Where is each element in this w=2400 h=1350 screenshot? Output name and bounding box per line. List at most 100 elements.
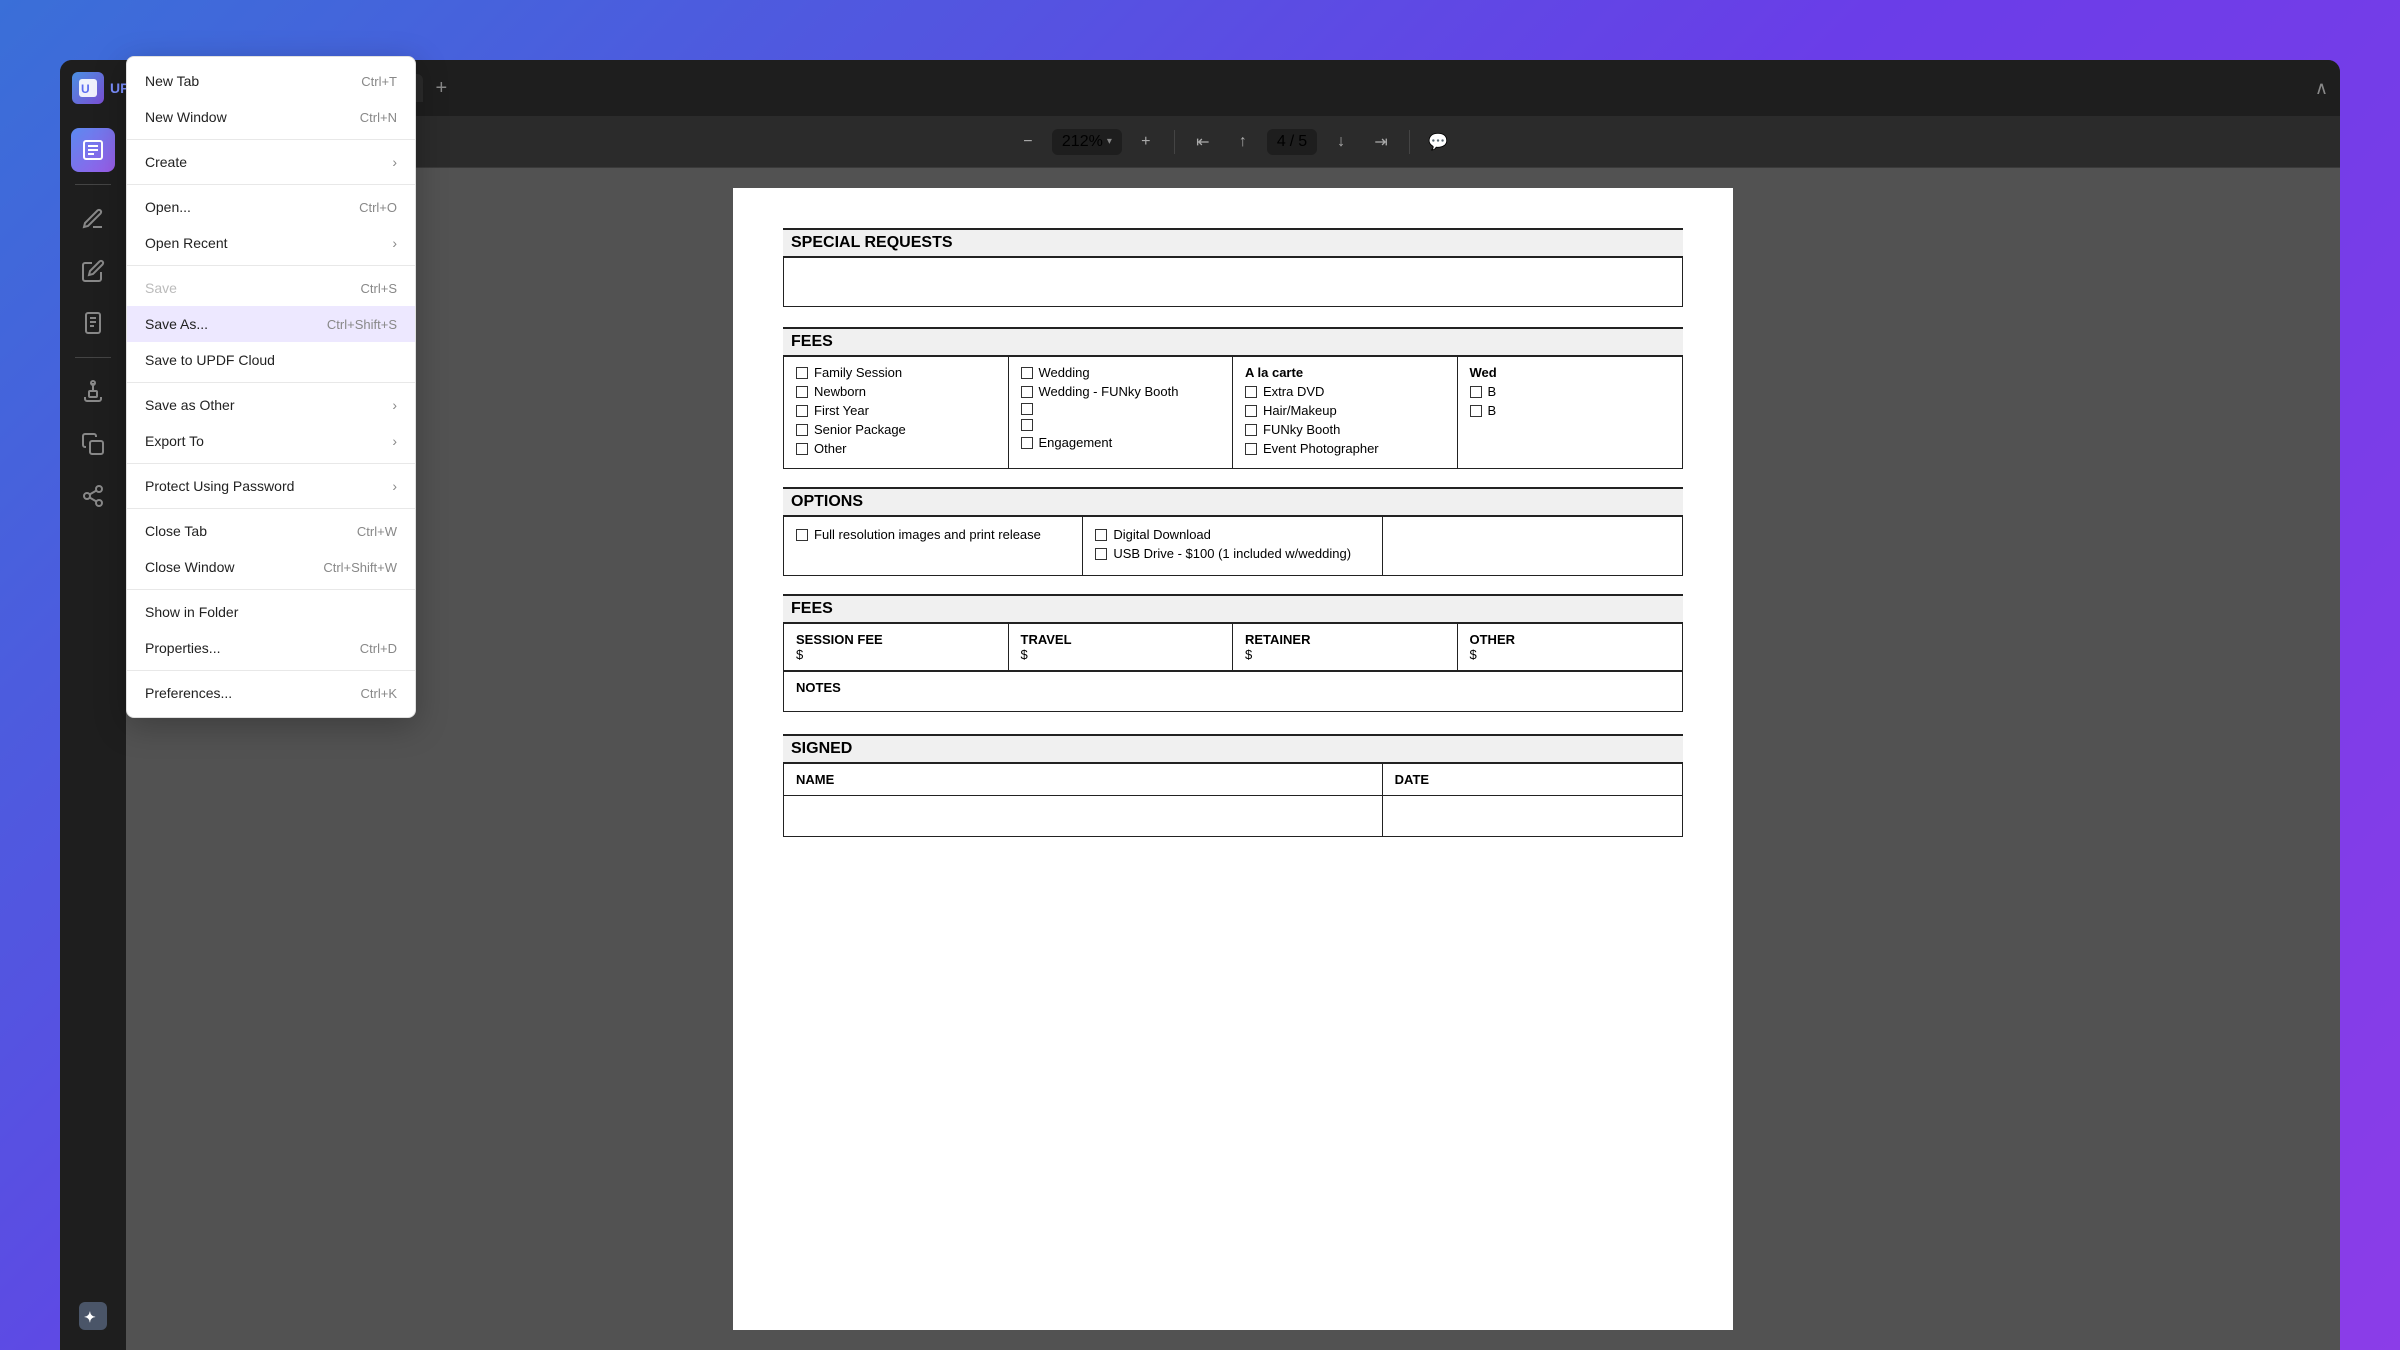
ai-icon[interactable]: ✦ — [71, 1294, 115, 1338]
menu-item-save-to-cloud[interactable]: Save to UPDF Cloud — [127, 342, 415, 378]
wed-label: Wed — [1470, 365, 1671, 380]
create-label: Create — [145, 154, 187, 170]
menu-item-protect[interactable]: Protect Using Password › — [127, 468, 415, 504]
copy-icon[interactable] — [71, 422, 115, 466]
checkbox — [796, 386, 808, 398]
preferences-shortcut: Ctrl+K — [361, 686, 397, 701]
menu-item-create[interactable]: Create › — [127, 144, 415, 180]
fees-item: Wedding - FUNky Booth — [1021, 384, 1221, 399]
checkbox — [1470, 386, 1482, 398]
menu-separator-4 — [127, 382, 415, 383]
content-area: − 212% ▾ + ⇤ ↑ 4 / 5 ↓ ⇥ 💬 — [126, 116, 2340, 1350]
date-cell — [1383, 796, 1682, 836]
other-header: OTHER$ — [1458, 624, 1683, 670]
zoom-out-button[interactable]: − — [1012, 126, 1044, 158]
menu-item-export-to[interactable]: Export To › — [127, 423, 415, 459]
zoom-area: 212% ▾ — [1052, 129, 1122, 155]
menu-item-new-tab[interactable]: New Tab Ctrl+T — [127, 63, 415, 99]
file-menu-dropdown: New Tab Ctrl+T New Window Ctrl+N Create … — [126, 56, 416, 718]
fees-item: Senior Package — [796, 422, 996, 437]
checkbox — [796, 424, 808, 436]
export-to-arrow: › — [392, 433, 397, 449]
show-in-folder-label: Show in Folder — [145, 604, 238, 620]
close-tab-shortcut: Ctrl+W — [357, 524, 397, 539]
checkbox — [1095, 548, 1107, 560]
zoom-in-button[interactable]: + — [1130, 126, 1162, 158]
fees-col-4: Wed B B — [1458, 357, 1683, 468]
fees-item — [1021, 419, 1221, 431]
sidebar: ✦ — [60, 116, 126, 1350]
title-bar-right: ∧ — [2315, 78, 2328, 99]
menu-item-save-as[interactable]: Save As... Ctrl+Shift+S — [127, 306, 415, 342]
menu-separator-5 — [127, 463, 415, 464]
fees2-header: SESSION FEE$ TRAVEL$ RETAINER$ OTHER$ — [784, 624, 1682, 671]
share-icon[interactable] — [71, 474, 115, 518]
fees-item: Newborn — [796, 384, 996, 399]
checkbox — [1021, 386, 1033, 398]
retainer-header: RETAINER$ — [1233, 624, 1458, 670]
menu-item-show-in-folder[interactable]: Show in Folder — [127, 594, 415, 630]
menu-item-new-window[interactable]: New Window Ctrl+N — [127, 99, 415, 135]
sidebar-bottom: ✦ — [71, 1294, 115, 1338]
edit-icon[interactable] — [71, 249, 115, 293]
checkbox — [1245, 443, 1257, 455]
menu-item-preferences[interactable]: Preferences... Ctrl+K — [127, 675, 415, 711]
menu-item-open-recent[interactable]: Open Recent › — [127, 225, 415, 261]
signed-row — [784, 796, 1682, 836]
menu-separator-3 — [127, 265, 415, 266]
annotate-icon[interactable] — [71, 197, 115, 241]
notes-row: NOTES — [784, 671, 1682, 711]
menu-item-save-as-other[interactable]: Save as Other › — [127, 387, 415, 423]
prev-page-button[interactable]: ↑ — [1227, 126, 1259, 158]
first-page-button[interactable]: ⇤ — [1187, 126, 1219, 158]
save-as-shortcut: Ctrl+Shift+S — [327, 317, 397, 332]
preferences-label: Preferences... — [145, 685, 232, 701]
open-label: Open... — [145, 199, 191, 215]
open-recent-arrow: › — [392, 235, 397, 251]
menu-separator-6 — [127, 508, 415, 509]
menu-item-close-tab[interactable]: Close Tab Ctrl+W — [127, 513, 415, 549]
zoom-level: 212% — [1062, 133, 1103, 151]
expand-icon[interactable]: ∧ — [2315, 78, 2328, 99]
fees-item: Engagement — [1021, 435, 1221, 450]
last-page-button[interactable]: ⇥ — [1365, 126, 1397, 158]
new-tab-shortcut: Ctrl+T — [361, 74, 397, 89]
travel-header: TRAVEL$ — [1009, 624, 1234, 670]
checkbox — [1021, 419, 1033, 431]
options-col-3 — [1383, 517, 1682, 575]
checkbox — [1021, 437, 1033, 449]
reader-icon[interactable] — [71, 128, 115, 172]
fees2-title: FEES — [783, 594, 1683, 623]
checkbox — [1245, 405, 1257, 417]
zoom-arrow[interactable]: ▾ — [1107, 136, 1112, 147]
new-tab-label: New Tab — [145, 73, 199, 89]
checkbox — [796, 367, 808, 379]
next-page-button[interactable]: ↓ — [1325, 126, 1357, 158]
sidebar-divider-2 — [75, 357, 111, 358]
pdf-area[interactable]: SPECIAL REQUESTS FEES Family Session New… — [126, 168, 2340, 1350]
fees-item: Hair/Makeup — [1245, 403, 1445, 418]
name-cell — [784, 796, 1383, 836]
options-item: Digital Download — [1095, 527, 1369, 542]
fees-item: First Year — [796, 403, 996, 418]
checkbox — [796, 529, 808, 541]
sidebar-divider-1 — [75, 184, 111, 185]
menu-item-open[interactable]: Open... Ctrl+O — [127, 189, 415, 225]
comment-button[interactable]: 💬 — [1422, 126, 1454, 158]
menu-item-properties[interactable]: Properties... Ctrl+D — [127, 630, 415, 666]
checkbox — [1021, 367, 1033, 379]
checkbox — [1245, 386, 1257, 398]
protect-arrow: › — [392, 478, 397, 494]
open-recent-label: Open Recent — [145, 235, 228, 251]
open-shortcut: Ctrl+O — [359, 200, 397, 215]
fees-grid: Family Session Newborn First Year Senior… — [783, 356, 1683, 469]
toolbar-divider-2 — [1409, 130, 1410, 154]
stamp-icon[interactable] — [71, 370, 115, 414]
new-tab-button[interactable]: + — [427, 74, 455, 102]
dropdown-menu: New Tab Ctrl+T New Window Ctrl+N Create … — [126, 56, 416, 718]
updf-logo-icon: U — [72, 72, 104, 104]
pages-icon[interactable] — [71, 301, 115, 345]
checkbox — [1470, 405, 1482, 417]
fees-col-2: Wedding Wedding - FUNky Booth Engagement — [1009, 357, 1234, 468]
menu-item-close-window[interactable]: Close Window Ctrl+Shift+W — [127, 549, 415, 585]
